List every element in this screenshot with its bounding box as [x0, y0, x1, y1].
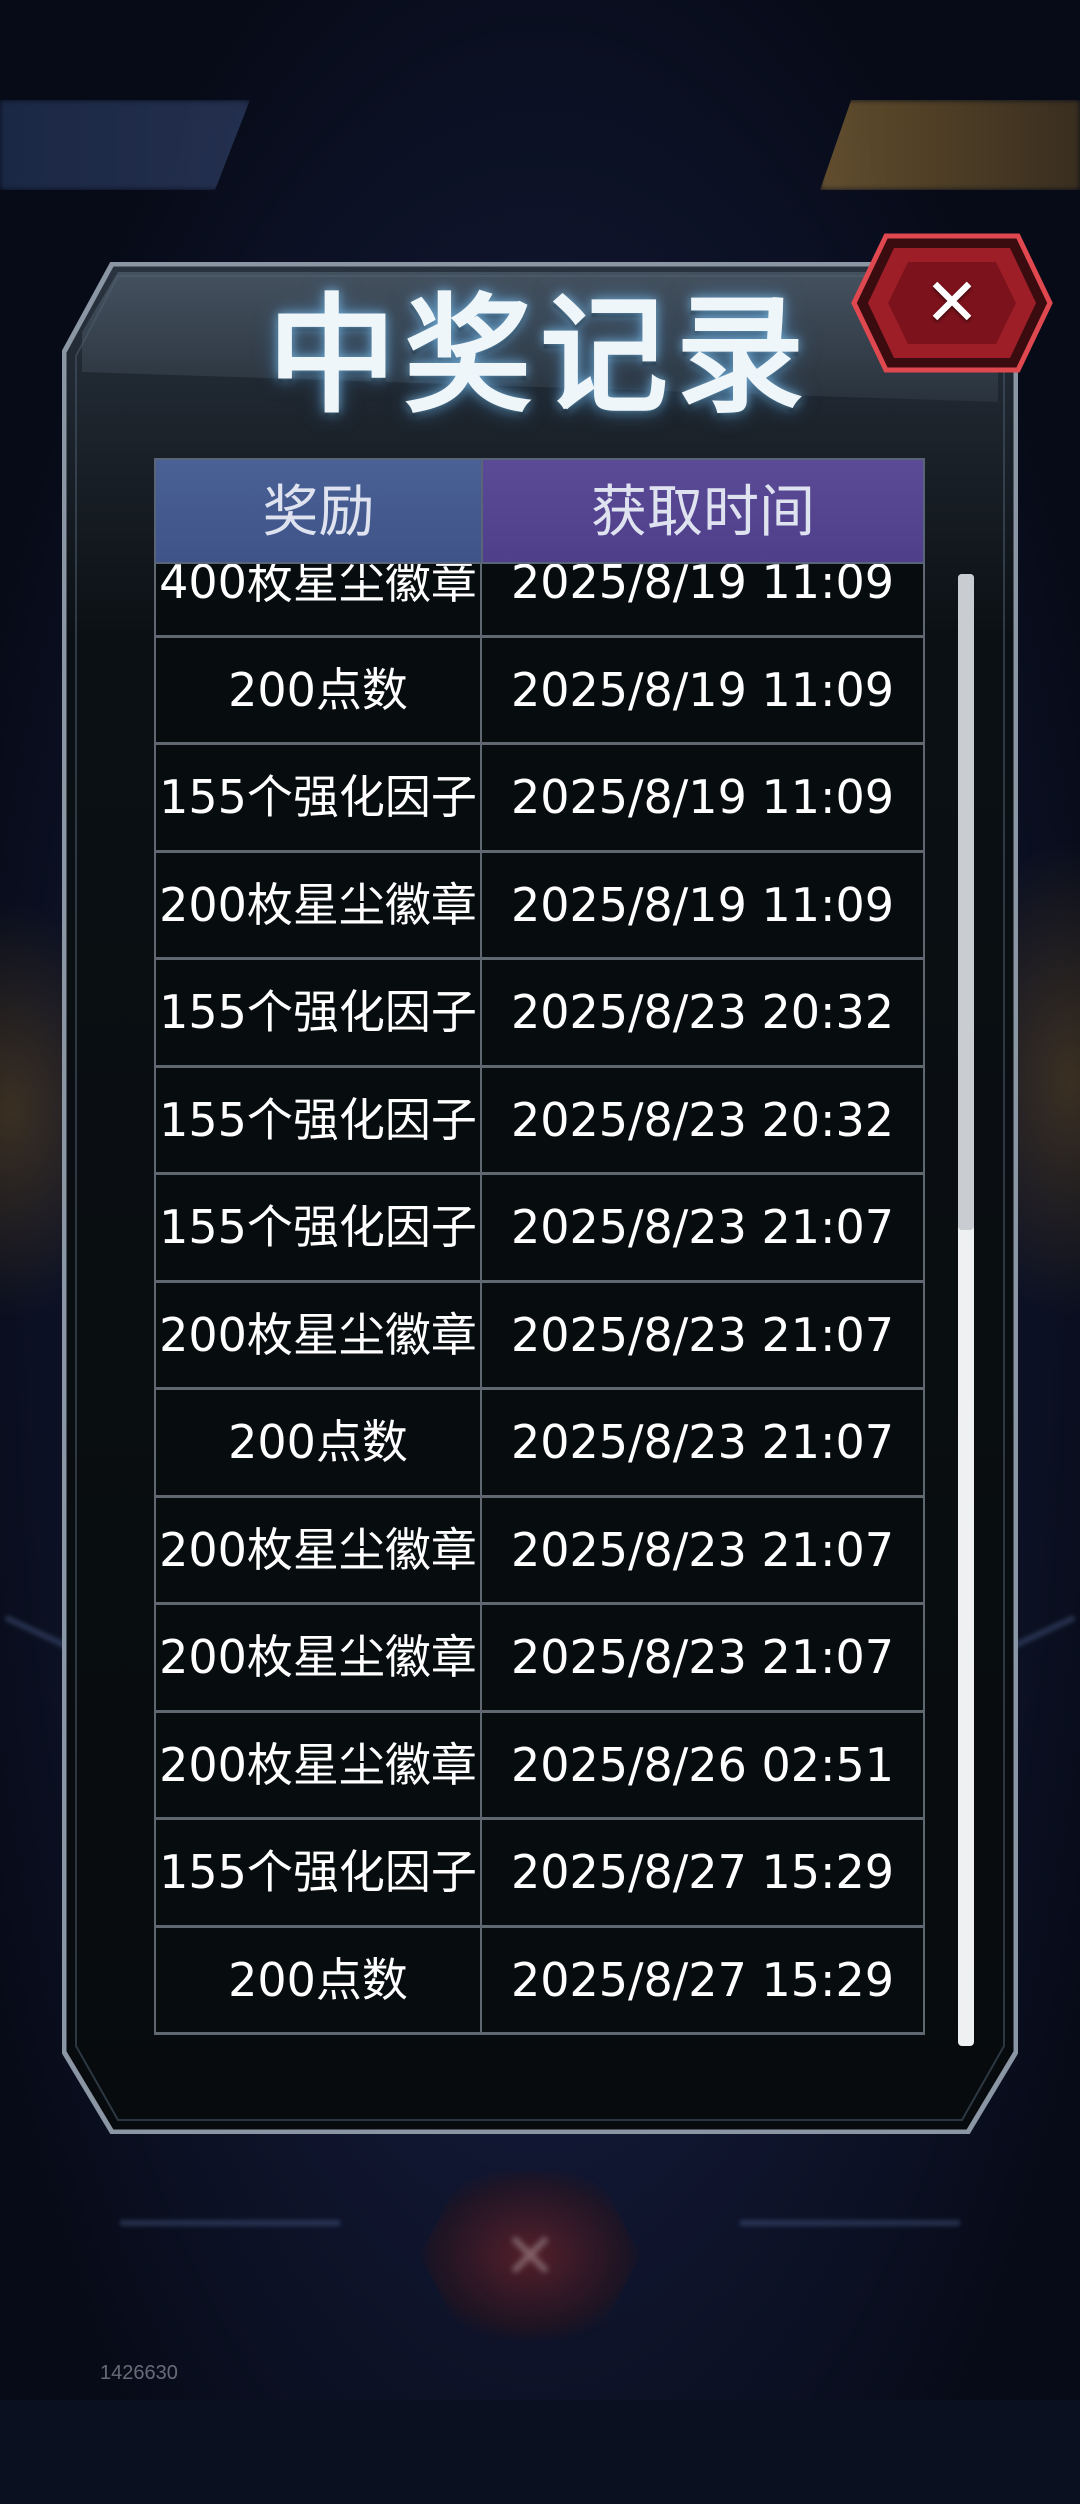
cell-time: 2025/8/23 20:32 [482, 960, 925, 1068]
close-icon[interactable]: ✕ [850, 232, 1054, 374]
cell-time: 2025/8/23 21:07 [482, 1497, 925, 1605]
cell-reward: 400枚星尘徽章 [154, 564, 482, 638]
table-header: 奖励 获取时间 [154, 458, 925, 564]
dialog-title: 中奖记录 [267, 282, 812, 431]
cell-time: 2025/8/26 02:51 [482, 1712, 925, 1820]
cell-reward: 200点数 [154, 637, 482, 745]
close-button[interactable]: ✕ [850, 232, 1054, 374]
header-reward: 奖励 [154, 458, 482, 564]
cell-reward: 200枚星尘徽章 [154, 1282, 482, 1390]
cell-time: 2025/8/23 20:32 [482, 1067, 925, 1175]
table-row: 200枚星尘徽章 2025/8/19 11:09 [154, 852, 925, 960]
background-tab-left [0, 100, 250, 190]
cell-time: 2025/8/23 21:07 [482, 1175, 925, 1283]
table-row: 200点数 2025/8/23 21:07 [154, 1390, 925, 1498]
cell-reward: 200枚星尘徽章 [154, 1497, 482, 1605]
cell-reward: 200枚星尘徽章 [154, 1712, 482, 1820]
cell-reward: 200点数 [154, 1927, 482, 2035]
cell-reward: 155个强化因子 [154, 1067, 482, 1175]
table-row: 200枚星尘徽章 2025/8/23 21:07 [154, 1605, 925, 1713]
table-row: 200枚星尘徽章 2025/8/26 02:51 [154, 1712, 925, 1820]
cell-reward: 155个强化因子 [154, 745, 482, 853]
table-row: 155个强化因子 2025/8/23 21:07 [154, 1175, 925, 1283]
table-row: 400枚星尘徽章 2025/8/19 11:09 [154, 564, 925, 638]
table-row: 155个强化因子 2025/8/27 15:29 [154, 1820, 925, 1928]
cell-time: 2025/8/19 11:09 [482, 564, 925, 638]
cell-reward: 155个强化因子 [154, 1820, 482, 1928]
records-table: 奖励 获取时间 400枚星尘徽章 2025/8/19 11:09 200点数 2… [154, 458, 925, 2035]
cell-reward: 155个强化因子 [154, 960, 482, 1068]
cell-reward: 200枚星尘徽章 [154, 1605, 482, 1713]
table-body-scroll[interactable]: 400枚星尘徽章 2025/8/19 11:09 200点数 2025/8/19… [154, 564, 925, 2504]
cell-time: 2025/8/27 15:29 [482, 1820, 925, 1928]
cell-reward: 200枚星尘徽章 [154, 852, 482, 960]
table-row: 200枚星尘徽章 2025/8/23 21:07 [154, 1282, 925, 1390]
cell-time: 2025/8/19 11:09 [482, 852, 925, 960]
cell-time: 2025/8/23 21:07 [482, 1390, 925, 1498]
cell-reward: 200点数 [154, 1390, 482, 1498]
background-tab-right [820, 100, 1080, 190]
cell-time: 2025/8/19 11:09 [482, 637, 925, 745]
table-row: 200枚星尘徽章 2025/8/23 21:07 [154, 1497, 925, 1605]
cell-time: 2025/8/23 21:07 [482, 1282, 925, 1390]
cell-time: 2025/8/23 21:07 [482, 1605, 925, 1713]
cell-time: 2025/8/19 11:09 [482, 745, 925, 853]
table-row: 200点数 2025/8/27 15:29 [154, 1927, 925, 2035]
header-time: 获取时间 [482, 458, 925, 564]
cell-time: 2025/8/27 15:29 [482, 1927, 925, 2035]
table-row: 155个强化因子 2025/8/19 11:09 [154, 745, 925, 853]
table-row: 200点数 2025/8/19 11:09 [154, 637, 925, 745]
table-row: 155个强化因子 2025/8/23 20:32 [154, 960, 925, 1068]
table-row: 155个强化因子 2025/8/23 20:32 [154, 1067, 925, 1175]
scrollbar-thumb[interactable] [958, 574, 974, 1230]
cell-reward: 155个强化因子 [154, 1175, 482, 1283]
